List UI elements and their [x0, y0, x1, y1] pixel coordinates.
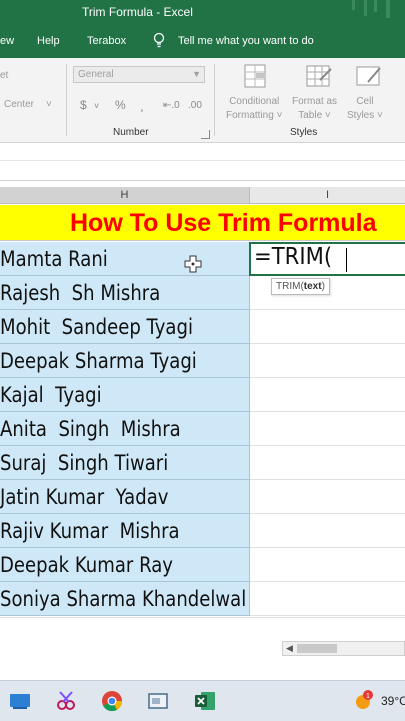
table-row: Deepak Kumar Ray: [0, 548, 405, 582]
name-cell[interactable]: Mamta Rani: [0, 242, 250, 276]
lightbulb-icon[interactable]: [152, 32, 166, 50]
result-cell[interactable]: [250, 548, 405, 582]
chevron-down-icon: ▼: [192, 69, 201, 79]
chrome-icon[interactable]: [100, 689, 124, 713]
title-banner-cell[interactable]: How To Use Trim Formula: [0, 205, 405, 241]
tab-terabox[interactable]: Terabox: [87, 35, 126, 47]
number-launcher-icon[interactable]: [201, 130, 210, 139]
empty-rows: [0, 617, 405, 638]
cloud-decor-icon: [352, 0, 390, 18]
result-cell[interactable]: [250, 480, 405, 514]
snipping-tool-icon[interactable]: [54, 689, 78, 713]
file-explorer-icon[interactable]: [8, 689, 32, 713]
format-as-table-icon[interactable]: [304, 62, 334, 92]
tell-me-search[interactable]: Tell me what you want to do: [178, 35, 314, 47]
window-title: Trim Formula - Excel: [82, 5, 193, 19]
name-cell[interactable]: Mohit Sandeep Tyagi: [0, 310, 250, 344]
notification-badge: 1: [366, 693, 370, 700]
scroll-left-icon[interactable]: ◀: [286, 643, 293, 654]
merge-center-button[interactable]: Center: [4, 99, 34, 110]
number-format-select[interactable]: General ▼: [73, 66, 205, 83]
name-cell[interactable]: Anita Singh Mishra: [0, 412, 250, 446]
formula-bar: [0, 143, 405, 181]
table-row: Soniya Sharma Khandelwal: [0, 582, 405, 616]
result-cell[interactable]: [250, 344, 405, 378]
name-cell[interactable]: Rajesh Sh Mishra: [0, 276, 250, 310]
name-cell[interactable]: Deepak Kumar Ray: [0, 548, 250, 582]
format-as-table-label[interactable]: Format as Table ˅: [292, 95, 337, 123]
result-cell[interactable]: [250, 514, 405, 548]
comma-button[interactable]: ¸: [140, 98, 144, 112]
cell-cursor-icon: [184, 255, 202, 273]
taskbar: 1 39°C: [0, 680, 405, 721]
currency-button[interactable]: $: [80, 98, 87, 112]
name-cell[interactable]: Jatin Kumar Yadav: [0, 480, 250, 514]
number-group-label: Number: [113, 127, 149, 138]
title-bar: Trim Formula - Excel ew Help Terabox Tel…: [0, 0, 405, 58]
decrease-decimal-button[interactable]: .00: [188, 100, 202, 111]
name-cell[interactable]: Kajal Tyagi: [0, 378, 250, 412]
name-cell[interactable]: Suraj Singh Tiwari: [0, 446, 250, 480]
app-window-icon[interactable]: [146, 689, 170, 713]
conditional-formatting-label[interactable]: Conditional Formatting ˅: [226, 95, 282, 123]
increase-decimal-button[interactable]: ⇤.0: [163, 100, 180, 111]
table-row: Jatin Kumar Yadav: [0, 480, 405, 514]
result-cell[interactable]: [250, 310, 405, 344]
ribbon-tabs: ew Help Terabox Tell me what you want to…: [0, 34, 405, 52]
text-caret: [346, 248, 347, 272]
tab-help[interactable]: Help: [37, 35, 60, 47]
conditional-formatting-icon[interactable]: [241, 62, 271, 92]
table-row: Deepak Sharma Tyagi: [0, 344, 405, 378]
formula-input[interactable]: =TRIM(: [254, 244, 332, 270]
scroll-thumb[interactable]: [297, 644, 337, 653]
tab-view[interactable]: ew: [0, 35, 14, 47]
temperature-readout: 39°C: [381, 694, 405, 708]
result-cell[interactable]: [250, 582, 405, 616]
result-cell[interactable]: [250, 412, 405, 446]
name-cell[interactable]: Soniya Sharma Khandelwal: [0, 582, 250, 616]
table-row: Rajesh Sh Mishra: [0, 276, 405, 310]
data-rows: Mamta Rani Rajesh Sh Mishra Mohit Sandee…: [0, 242, 405, 616]
excel-icon[interactable]: [193, 689, 217, 713]
align-label: et: [0, 70, 9, 81]
cell-styles-label[interactable]: Cell Styles ˅: [347, 95, 383, 123]
table-row: Mohit Sandeep Tyagi: [0, 310, 405, 344]
function-tooltip[interactable]: TRIM(text): [271, 278, 330, 295]
chevron-down-icon[interactable]: ˅: [46, 99, 52, 110]
chevron-down-icon[interactable]: ˅: [94, 101, 99, 111]
weather-icon[interactable]: 1: [351, 689, 375, 713]
table-row: Suraj Singh Tiwari: [0, 446, 405, 480]
result-cell[interactable]: [250, 446, 405, 480]
horizontal-scrollbar[interactable]: ◀: [282, 641, 405, 656]
styles-group-label: Styles: [290, 127, 318, 138]
ribbon: et Center ˅ General ▼ $ ˅ % ¸ ⇤.0 .00 Num…: [0, 58, 405, 143]
column-header-h[interactable]: H: [0, 187, 250, 204]
cell-styles-icon[interactable]: [354, 62, 384, 92]
column-header-i[interactable]: I: [250, 187, 405, 204]
name-cell[interactable]: Deepak Sharma Tyagi: [0, 344, 250, 378]
result-cell[interactable]: [250, 378, 405, 412]
name-cell[interactable]: Rajiv Kumar Mishra: [0, 514, 250, 548]
percent-button[interactable]: %: [115, 98, 126, 112]
table-row: Kajal Tyagi: [0, 378, 405, 412]
table-row: Anita Singh Mishra: [0, 412, 405, 446]
table-row: Rajiv Kumar Mishra: [0, 514, 405, 548]
